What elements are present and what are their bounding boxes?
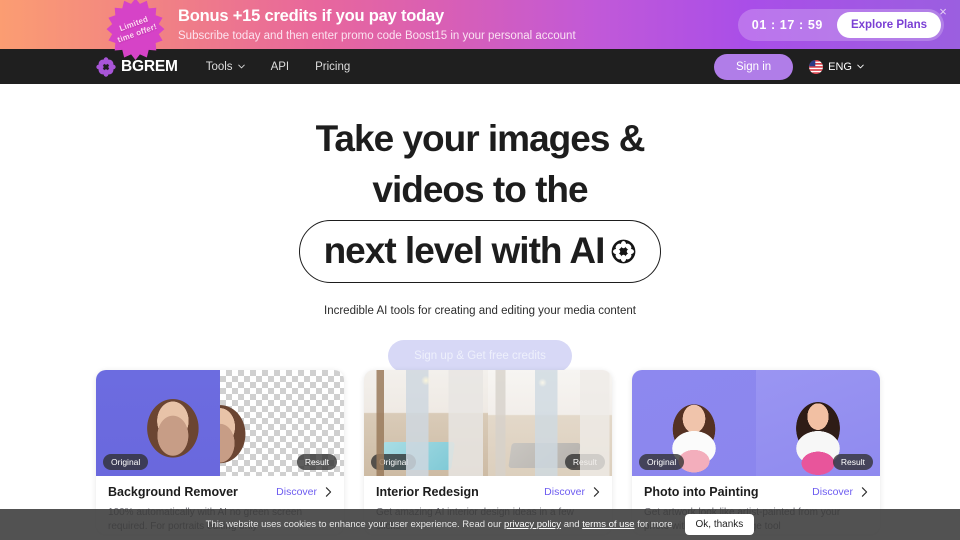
- promo-banner: Limited time offer! Bonus +15 credits if…: [0, 0, 960, 60]
- limited-offer-badge: Limited time offer!: [104, 0, 167, 60]
- countdown-timer-wrap: 01 : 17 : 59 Explore Plans: [737, 8, 944, 41]
- discover-label: Discover: [276, 486, 317, 498]
- discover-link[interactable]: Discover: [812, 486, 868, 498]
- promo-text-block: Bonus +15 credits if you pay today Subsc…: [178, 6, 738, 44]
- page-title: Take your images & videos to the next le…: [0, 113, 960, 283]
- card-image-result: Result: [220, 370, 344, 476]
- card-head: Background Remover Discover: [108, 485, 332, 499]
- cookie-accept-button[interactable]: Ok, thanks: [684, 514, 755, 535]
- cookie-text: This website uses cookies to enhance you…: [206, 519, 673, 530]
- brand-name: BGREM: [121, 57, 178, 75]
- terms-of-use-link[interactable]: terms of use: [582, 519, 634, 530]
- chevron-down-icon: [857, 64, 864, 69]
- card-image-result: Result: [488, 370, 612, 476]
- discover-link[interactable]: Discover: [544, 486, 600, 498]
- nav-item-pricing[interactable]: Pricing: [315, 61, 350, 73]
- discover-link[interactable]: Discover: [276, 486, 332, 498]
- card-title: Photo into Painting: [644, 485, 759, 499]
- card-head: Photo into Painting Discover: [644, 485, 868, 499]
- tag-result: Result: [296, 454, 337, 470]
- nav-item-api[interactable]: API: [271, 61, 290, 73]
- us-flag-icon: [809, 59, 824, 74]
- privacy-policy-link[interactable]: privacy policy: [504, 519, 561, 530]
- cookie-text-before: This website uses cookies to enhance you…: [205, 519, 505, 530]
- hero-subtitle: Incredible AI tools for creating and edi…: [324, 305, 636, 317]
- discover-label: Discover: [812, 486, 853, 498]
- close-icon[interactable]: ×: [936, 5, 950, 19]
- nav-links: Tools API Pricing: [206, 61, 351, 73]
- page-root: Limited time offer! Bonus +15 credits if…: [0, 0, 960, 540]
- sign-in-button[interactable]: Sign in: [713, 53, 794, 80]
- nav-right: Sign in ENG: [713, 53, 864, 80]
- chevron-right-icon: [861, 487, 868, 497]
- cookie-text-after: for more: [634, 519, 673, 530]
- countdown-timer: 01 : 17 : 59: [751, 17, 823, 32]
- hero-line-1: Take your images &: [315, 118, 646, 159]
- discover-label: Discover: [544, 486, 585, 498]
- card-title: Interior Redesign: [376, 485, 479, 499]
- nav-item-api-label: API: [270, 60, 290, 73]
- nav-item-tools-label: Tools: [205, 60, 233, 73]
- card-media: Original Result: [96, 370, 344, 476]
- tag-original: Original: [371, 454, 417, 470]
- tag-original: Original: [103, 454, 149, 470]
- hero-line-3-label: next level with AI: [323, 230, 606, 271]
- chevron-right-icon: [593, 487, 600, 497]
- explore-plans-button[interactable]: Explore Plans: [836, 11, 941, 38]
- cookie-banner: This website uses cookies to enhance you…: [0, 509, 960, 540]
- card-head: Interior Redesign Discover: [376, 485, 600, 499]
- card-image-original: Original: [96, 370, 220, 476]
- card-image-result: Result: [756, 370, 880, 476]
- room-rug: [508, 443, 582, 469]
- card-media: Original Result: [632, 370, 880, 476]
- card-title: Background Remover: [108, 485, 238, 499]
- tag-result: Result: [832, 454, 873, 470]
- tag-original: Original: [639, 454, 685, 470]
- hero-section: Take your images & videos to the next le…: [0, 84, 960, 372]
- promo-title: Bonus +15 credits if you pay today: [178, 6, 444, 25]
- card-media: Original Result: [364, 370, 612, 476]
- room-rug: [379, 442, 456, 470]
- signup-free-credits-button[interactable]: Sign up & Get free credits: [388, 340, 572, 372]
- language-selector[interactable]: ENG: [809, 59, 864, 74]
- cookie-text-between: and: [561, 519, 583, 530]
- cutout-subject: [220, 384, 278, 476]
- chevron-down-icon: [237, 64, 245, 69]
- nav-item-pricing-label: Pricing: [315, 60, 351, 73]
- chevron-right-icon: [325, 487, 332, 497]
- nav-item-tools[interactable]: Tools: [206, 61, 245, 73]
- promo-subtitle: Subscribe today and then enter promo cod…: [178, 29, 576, 42]
- aperture-icon: [612, 239, 636, 264]
- tag-result: Result: [564, 454, 605, 470]
- card-image-original: Original: [364, 370, 488, 476]
- language-label: ENG: [828, 60, 852, 73]
- promo-actions: 01 : 17 : 59 Explore Plans: [737, 8, 944, 41]
- card-image-original: Original: [632, 370, 756, 476]
- hero-line-3-pill: next level with AI: [298, 220, 662, 283]
- hero-line-2: videos to the: [372, 169, 588, 210]
